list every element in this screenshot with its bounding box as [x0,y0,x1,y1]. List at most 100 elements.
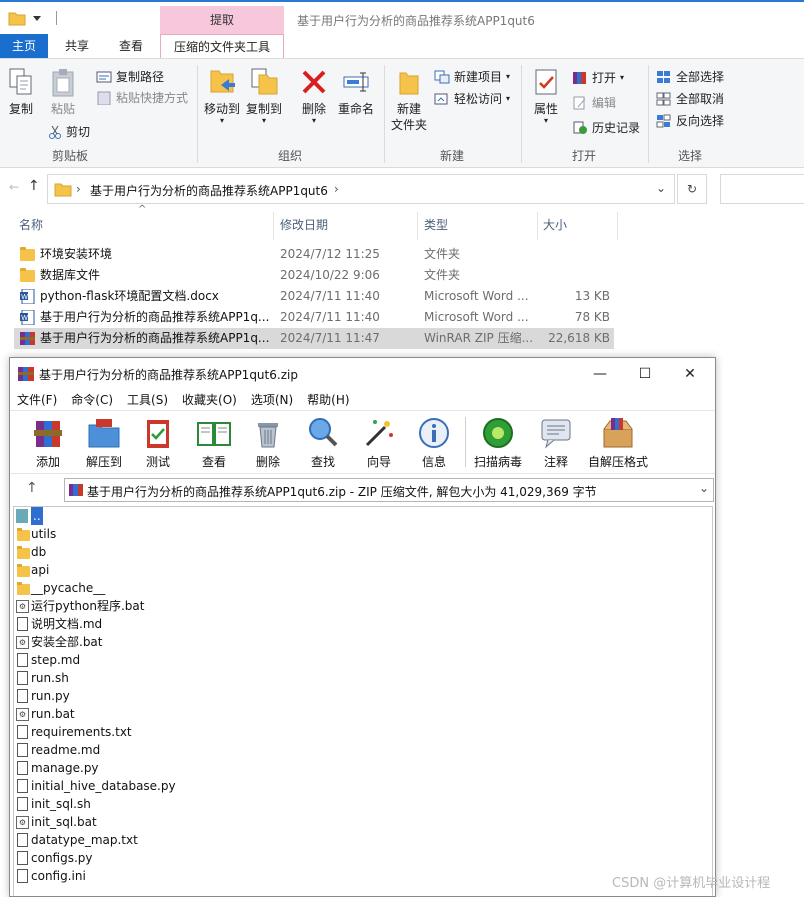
list-item[interactable]: api [14,561,714,579]
column-header-date[interactable]: 修改日期 [280,212,328,238]
chevron-down-icon[interactable]: ⌄ [656,181,666,195]
close-button[interactable]: ✕ [670,362,710,386]
menu-file[interactable]: 文件(F) [10,390,64,410]
history-button[interactable]: 历史记录 [572,119,640,136]
delete-button[interactable]: 删除 [242,415,294,470]
entry-name: datatype_map.txt [31,833,138,847]
column-separator[interactable] [537,212,538,240]
list-item[interactable]: datatype_map.txt [14,831,714,849]
view-button[interactable]: 查看 [188,415,240,470]
list-item[interactable]: requirements.txt [14,723,714,741]
address-row: ← ↑ › 基于用户行为分析的商品推荐系统APP1qut6 › ⌄ ↻ [0,172,804,206]
open-button[interactable]: 打开 ▾ [572,69,624,86]
tab-compressed-folder-tools[interactable]: 压缩的文件夹工具 [160,34,284,58]
menu-help[interactable]: 帮助(H) [300,390,356,410]
info-button[interactable]: 信息 [408,415,460,470]
paste-shortcut-button[interactable]: 粘贴快捷方式 [96,89,188,106]
list-item[interactable]: ⚙ run.bat [14,705,714,723]
list-item[interactable]: init_sql.sh [14,795,714,813]
menu-favorites[interactable]: 收藏夹(O) [175,390,244,410]
new-folder-button[interactable]: 新建 文件夹 [388,67,430,133]
list-item[interactable]: run.sh [14,669,714,687]
new-item-button[interactable]: 新建项目 ▾ [434,68,510,85]
up-arrow-icon[interactable]: ↑ [26,480,38,496]
word-icon: W [20,289,35,304]
list-item[interactable]: db [14,543,714,561]
list-item[interactable]: readme.md [14,741,714,759]
file-row[interactable]: W 基于用户行为分析的商品推荐系统APP1q... 2024/7/11 11:4… [14,307,614,328]
list-item[interactable]: ⚙ init_sql.bat [14,813,714,831]
column-separator[interactable] [273,212,274,240]
list-item-parent[interactable]: .. [14,507,714,525]
refresh-button[interactable]: ↻ [677,174,707,204]
chevron-down-icon[interactable]: ⌄ [699,481,709,495]
cut-button[interactable]: 剪切 [48,123,90,140]
easy-access-button[interactable]: 轻松访问 ▾ [434,90,510,107]
column-separator[interactable] [617,212,618,240]
column-header-name[interactable]: 名称 [19,212,43,238]
sfx-button[interactable]: 自解压格式 [586,415,650,470]
delete-button[interactable]: 删除 ▾ [296,67,332,125]
search-input[interactable] [720,174,804,204]
menu-commands[interactable]: 命令(C) [64,390,120,410]
list-item[interactable]: utils [14,525,714,543]
tab-view[interactable]: 查看 [106,34,156,58]
entry-name: step.md [31,653,81,667]
list-item[interactable]: step.md [14,651,714,669]
find-button[interactable]: 查找 [297,415,349,470]
edit-button[interactable]: 编辑 [572,94,616,111]
menu-tools[interactable]: 工具(S) [120,390,175,410]
wizard-button[interactable]: 向导 [353,415,405,470]
back-arrow-icon[interactable]: ← [9,180,19,194]
archive-path-bar[interactable]: 基于用户行为分析的商品推荐系统APP1qut6.zip - ZIP 压缩文件, … [64,478,714,502]
list-item[interactable]: configs.py [14,849,714,867]
extract-to-button[interactable]: 解压到 [78,415,130,470]
select-none-button[interactable]: 全部取消 [656,90,724,107]
column-separator[interactable] [417,212,418,240]
invert-selection-button[interactable]: 反向选择 [656,112,724,129]
copy-button[interactable]: 复制 [4,67,38,117]
comment-button[interactable]: 注释 [530,415,582,470]
tab-share[interactable]: 共享 [52,34,102,58]
copy-to-button[interactable]: 复制到 ▾ [244,67,284,125]
maximize-button[interactable]: ☐ [625,362,665,386]
list-item[interactable]: ⚙ 运行python程序.bat [14,597,714,615]
list-item[interactable]: ⚙ 安装全部.bat [14,633,714,651]
file-row[interactable]: W python-flask环境配置文档.docx 2024/7/11 11:4… [14,286,614,307]
address-path[interactable]: 基于用户行为分析的商品推荐系统APP1qut6 [90,182,328,199]
column-header-type[interactable]: 类型 [424,212,448,238]
list-item[interactable]: 说明文档.md [14,615,714,633]
rename-button[interactable]: 重命名 [334,67,378,117]
move-to-button[interactable]: 移动到 ▾ [202,67,242,125]
copy-path-button[interactable]: 复制路径 [96,68,164,85]
file-row[interactable]: 数据库文件 2024/10/22 9:06 文件夹 [14,265,614,286]
find-label: 查找 [310,455,335,469]
column-header-size[interactable]: 大小 [543,212,567,238]
test-button[interactable]: 测试 [132,415,184,470]
file-row[interactable]: 环境安装环境 2024/7/12 11:25 文件夹 [14,244,614,265]
entry-name: __pycache__ [31,581,106,595]
address-bar[interactable]: › 基于用户行为分析的商品推荐系统APP1qut6 › ⌄ [47,174,675,204]
list-item[interactable]: manage.py [14,759,714,777]
folder-icon[interactable] [8,10,26,26]
group-label-organize: 组织 [277,149,302,163]
list-item[interactable]: __pycache__ [14,579,714,597]
paste-button[interactable]: 粘贴 [44,67,82,117]
minimize-button[interactable]: — [580,362,620,386]
tab-home[interactable]: 主页 [0,34,48,58]
list-item[interactable]: config.ini [14,867,714,885]
properties-icon [535,69,557,95]
list-item[interactable]: initial_hive_database.py [14,777,714,795]
group-label-select: 选择 [677,149,702,163]
up-arrow-icon[interactable]: ↑ [28,178,40,194]
menu-options[interactable]: 选项(N) [244,390,300,410]
view-book-icon [197,422,231,446]
properties-button[interactable]: 属性 ▾ [528,67,564,125]
scan-virus-button[interactable]: 扫描病毒 [472,415,524,470]
file-row-selected[interactable]: 基于用户行为分析的商品推荐系统APP1q... 2024/7/11 11:47 … [14,328,614,349]
list-item[interactable]: run.py [14,687,714,705]
dropdown-arrow-icon[interactable] [32,13,42,23]
add-button[interactable]: 添加 [22,415,74,470]
magic-wand-icon [365,420,393,447]
select-all-button[interactable]: 全部选择 [656,68,724,85]
